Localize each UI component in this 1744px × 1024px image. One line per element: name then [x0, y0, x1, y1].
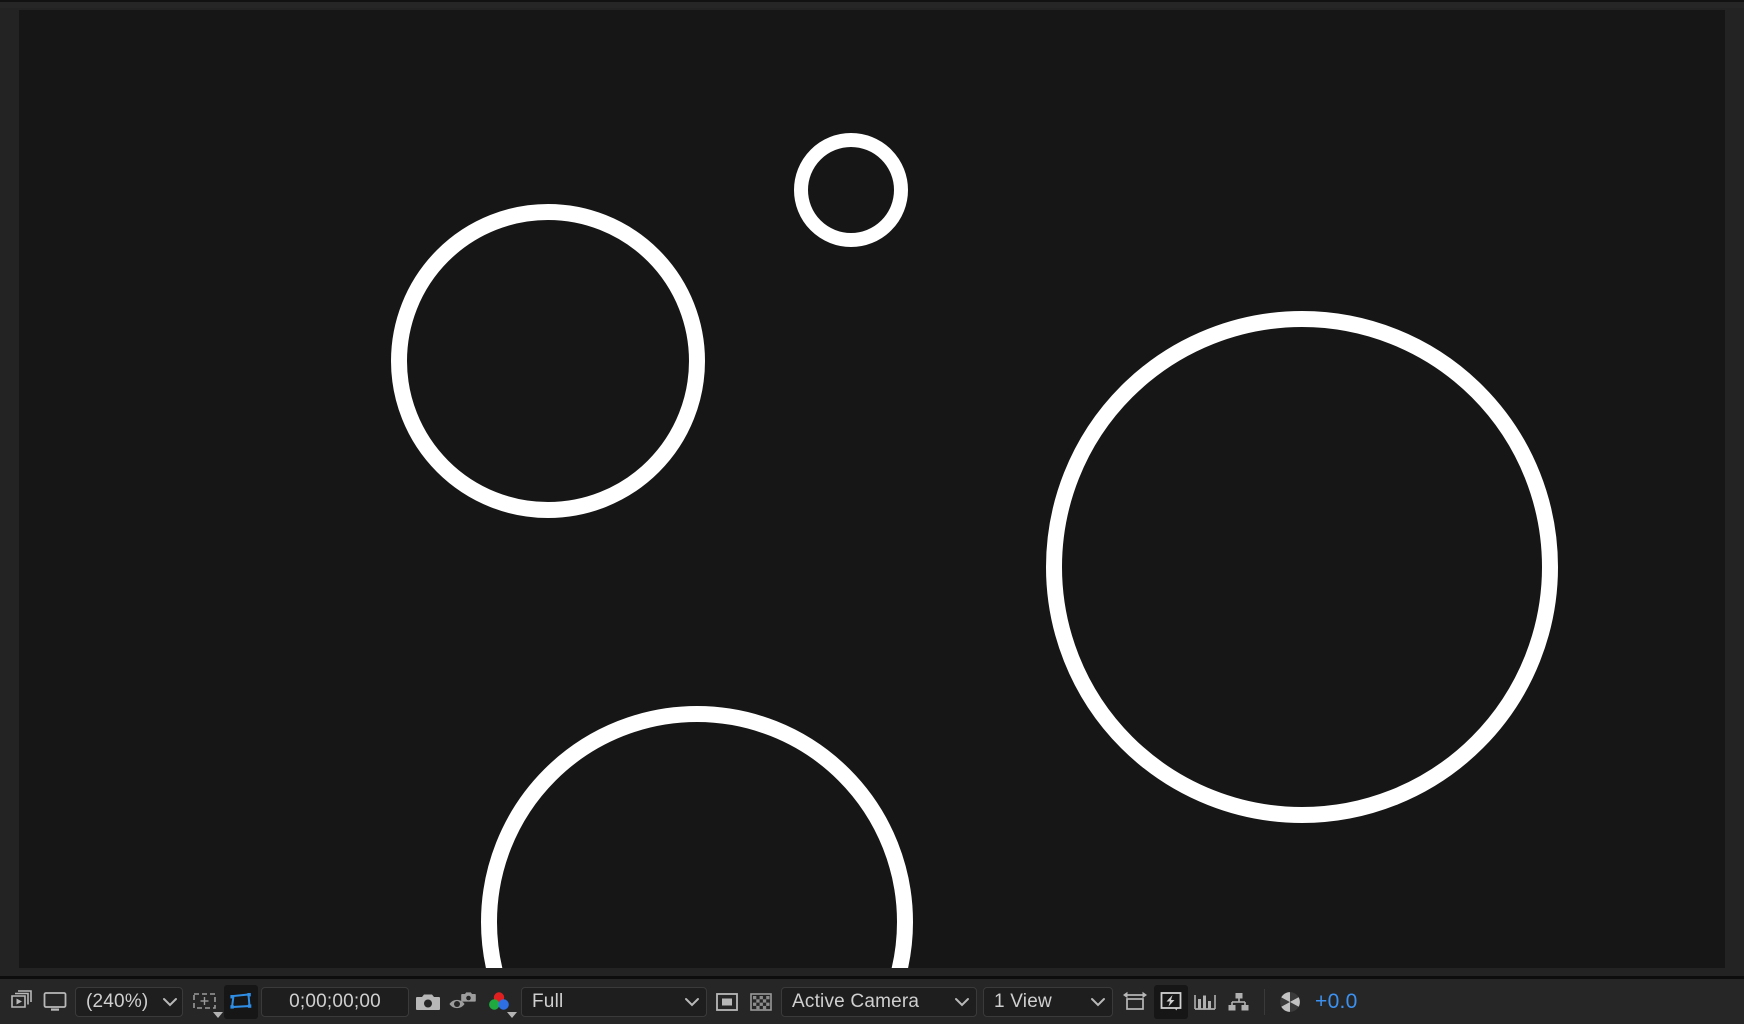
chevron-down-icon: [507, 1011, 517, 1018]
timeline-icon[interactable]: [1188, 985, 1222, 1019]
grid-and-guide-options-icon[interactable]: [186, 985, 224, 1019]
panel-top-strip: [0, 0, 1744, 8]
always-preview-this-view-icon[interactable]: [4, 985, 38, 1019]
toolbar-divider: [1264, 988, 1265, 1015]
exposure-value[interactable]: +0.0: [1315, 990, 1358, 1014]
camera-view-value: Active Camera: [792, 990, 920, 1012]
after-effects-composition-panel: (240%) 0;00;00;00 Full Active Camera 1 V…: [0, 0, 1744, 1024]
composition-canvas[interactable]: [19, 10, 1725, 968]
resolution-dropdown[interactable]: Full: [521, 986, 707, 1017]
chevron-down-icon: [148, 997, 178, 1007]
main-viewer-icon[interactable]: [38, 985, 72, 1019]
toggle-transparency-grid-icon[interactable]: [744, 985, 778, 1019]
magnification-value: (240%): [86, 990, 149, 1012]
view-layout-dropdown[interactable]: 1 View: [983, 986, 1113, 1017]
viewer-bottom-toolbar: (240%) 0;00;00;00 Full Active Camera 1 V…: [0, 976, 1744, 1024]
exposure-aperture-icon[interactable]: [1273, 985, 1307, 1019]
toggle-pixel-aspect-correction-icon[interactable]: [1116, 985, 1154, 1019]
camera-view-dropdown[interactable]: Active Camera: [781, 986, 977, 1017]
toggle-mask-visibility-icon[interactable]: [710, 985, 744, 1019]
chevron-down-icon: [1076, 997, 1106, 1007]
magnification-dropdown[interactable]: (240%): [75, 986, 183, 1017]
take-snapshot-icon[interactable]: [412, 985, 446, 1019]
show-snapshot-icon[interactable]: [446, 985, 480, 1019]
region-of-interest-icon[interactable]: [224, 984, 258, 1019]
chevron-down-icon: [670, 997, 700, 1007]
composition-artwork: [19, 10, 1725, 968]
fast-previews-icon[interactable]: [1154, 984, 1188, 1019]
show-channel-icon[interactable]: [480, 985, 518, 1019]
view-layout-value: 1 View: [994, 990, 1052, 1012]
resolution-value: Full: [532, 990, 564, 1012]
chevron-down-icon: [940, 997, 970, 1007]
chevron-down-icon: [213, 1011, 223, 1018]
panel-top-divider: [0, 0, 1744, 2]
current-time-value: 0;00;00;00: [289, 990, 381, 1012]
current-time-field[interactable]: 0;00;00;00: [261, 986, 409, 1017]
composition-flowchart-icon[interactable]: [1222, 985, 1256, 1019]
